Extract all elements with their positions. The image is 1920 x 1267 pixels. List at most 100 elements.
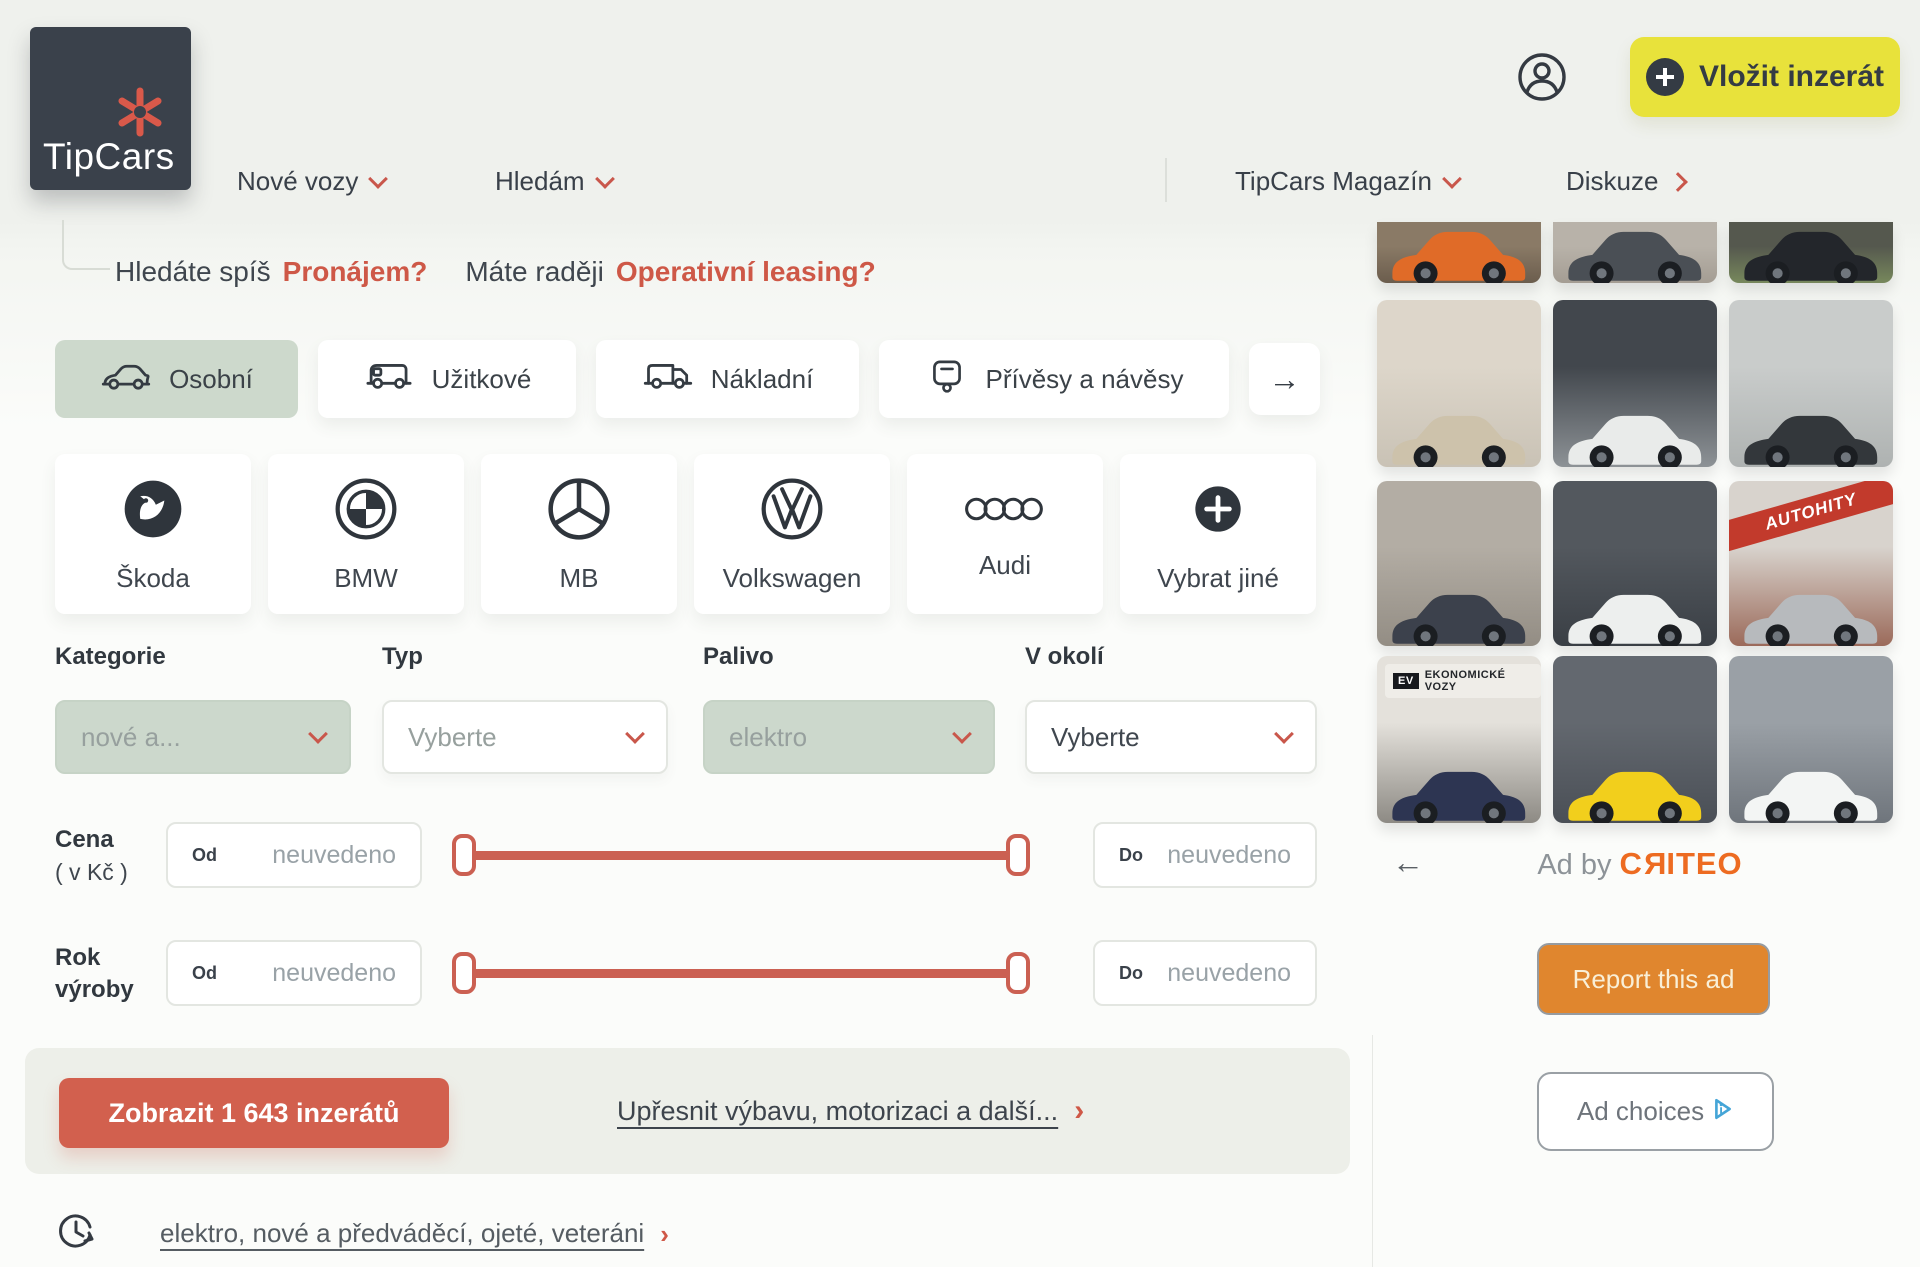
- filter-label: V okolí: [1025, 643, 1104, 670]
- brand-label: Volkswagen: [722, 562, 862, 593]
- ad-car-photo-defender-matte-black[interactable]: [1729, 300, 1893, 467]
- slider-handle-min[interactable]: [452, 834, 476, 876]
- ad-car-photo-bmw-3gt-white[interactable]: [1729, 656, 1893, 823]
- nav-item-diskuze[interactable]: Diskuze: [1566, 166, 1689, 197]
- chevron-down-icon: [308, 724, 328, 744]
- filter-typ: Typ Vyberte: [382, 643, 668, 774]
- brand-tile-volkswagen[interactable]: Volkswagen: [694, 454, 890, 614]
- brand-tile-vybrat-jin-[interactable]: Vybrat jiné: [1120, 454, 1316, 614]
- ad-car-photo-gray-suv-front[interactable]: [1553, 222, 1717, 283]
- logo-text: TipCars: [43, 136, 175, 177]
- to-value: neuvedeno: [1167, 958, 1291, 987]
- range-label-cena: Cena( v Kč ): [55, 826, 128, 885]
- brand-row: Škoda BMW MB Volkswagen Audi Vybrat jiné: [55, 454, 1316, 614]
- range-from-input[interactable]: Od neuvedeno: [166, 940, 422, 1006]
- promo-line: Hledáte spíš Pronájem? Máte raději Opera…: [115, 256, 876, 288]
- from-label: Od: [192, 962, 217, 983]
- audi-logo: [962, 488, 1048, 535]
- chevron-down-icon: [368, 168, 389, 189]
- range-to-input[interactable]: Do neuvedeno: [1093, 822, 1317, 888]
- brand-label: MB: [559, 562, 599, 593]
- range-slider: [452, 822, 1030, 888]
- bmw-logo: [332, 475, 400, 548]
- ad-car-photo-lamborghini-urus-yellow[interactable]: [1553, 656, 1717, 823]
- nav-item-tipcars-magaz-n[interactable]: TipCars Magazín: [1235, 166, 1462, 197]
- leasing-link[interactable]: Operativní leasing?: [616, 256, 876, 288]
- truck-icon: [642, 358, 694, 401]
- add-listing-button[interactable]: Vložit inzerát: [1630, 37, 1900, 117]
- tipcars-logo[interactable]: TipCars: [30, 27, 191, 190]
- report-ad-button[interactable]: Report this ad: [1537, 943, 1770, 1015]
- vehicle-type-p-v-sy-a-n-v-sy[interactable]: Přívěsy a návěsy: [879, 340, 1229, 418]
- filter-dropdown[interactable]: Vyberte: [382, 700, 668, 774]
- brand-label: BMW: [334, 562, 398, 593]
- vehicle-type-osobn-[interactable]: Osobní: [55, 340, 298, 418]
- add-listing-label: Vložit inzerát: [1698, 60, 1885, 93]
- brand-label: Vybrat jiné: [1157, 562, 1279, 593]
- vehicle-type-u-itkov-[interactable]: Užitkové: [318, 340, 576, 418]
- filter-label: Kategorie: [55, 643, 166, 670]
- plus-circle-icon: [1184, 475, 1252, 548]
- vehicle-type-label: Nákladní: [710, 363, 814, 394]
- brand-label: Škoda: [116, 562, 190, 593]
- arrow-left-icon[interactable]: ←: [1392, 846, 1424, 878]
- nav-label: Hledám: [495, 166, 585, 196]
- filter-v-okol-: V okolí Vyberte: [1025, 643, 1317, 774]
- vehicle-type-label: Osobní: [169, 363, 253, 394]
- nav-item-hled-m[interactable]: Hledám: [495, 166, 615, 197]
- adchoices-icon: [1712, 1096, 1734, 1127]
- ad-car-photo-maserati-levante-ev[interactable]: EV EKONOMICKÉ VOZY: [1377, 656, 1541, 823]
- filter-label: Palivo: [703, 643, 774, 670]
- filter-palivo: Palivo elektro: [703, 643, 995, 774]
- filter-label: Typ: [382, 643, 423, 670]
- chevron-down-icon: [1442, 168, 1462, 189]
- vehicle-type-label: Přívěsy a návěsy: [985, 363, 1184, 394]
- range-to-input[interactable]: Do neuvedeno: [1093, 940, 1317, 1006]
- rental-link[interactable]: Pronájem?: [283, 256, 428, 288]
- brand-tile-mb[interactable]: MB: [481, 454, 677, 614]
- tipcars-search-page: TipCars Nové vozy Hledám TipCars Magazín D…: [0, 0, 1920, 1267]
- range-from-input[interactable]: Od neuvedeno: [166, 822, 422, 888]
- vehicle-type-n-kladn-[interactable]: Nákladní: [596, 340, 859, 418]
- header-divider: [1165, 158, 1167, 202]
- ad-choices-button[interactable]: Ad choices: [1537, 1072, 1774, 1151]
- ad-car-photo-rolls-royce-ghost[interactable]: [1377, 481, 1541, 646]
- brand-tile-audi[interactable]: Audi: [907, 454, 1103, 614]
- filter-dropdown[interactable]: nové a...: [55, 700, 351, 774]
- ad-frame-edge: [1372, 1035, 1373, 1267]
- to-label: Do: [1119, 962, 1143, 983]
- ad-car-photo-orange-sports-car[interactable]: [1377, 222, 1541, 283]
- ad-by-label: Ad by: [1537, 849, 1612, 881]
- promo-text-2: Máte raději: [465, 256, 604, 287]
- brand-tile-bmw[interactable]: BMW: [268, 454, 464, 614]
- tile-badge: EV EKONOMICKÉ VOZY: [1385, 664, 1541, 698]
- ad-car-photo-ford-bronco-dealership[interactable]: [1553, 300, 1717, 467]
- chevron-down-icon: [952, 724, 972, 744]
- refine-link[interactable]: Upřesnit výbavu, motorizaci a další...: [617, 1096, 1058, 1127]
- nav-item-nov-vozy[interactable]: Nové vozy: [237, 166, 389, 197]
- filter-dropdown[interactable]: elektro: [703, 700, 995, 774]
- slider-handle-min[interactable]: [452, 952, 476, 994]
- history-link[interactable]: elektro, nové a předváděcí, ojeté, veter…: [160, 1218, 644, 1249]
- range-slider: [452, 940, 1030, 1006]
- filter-value: Vyberte: [408, 721, 497, 752]
- slider-track[interactable]: [465, 851, 1017, 860]
- filter-value: elektro: [729, 721, 808, 752]
- ad-car-photo-volvo-xc90-studio[interactable]: [1377, 300, 1541, 467]
- from-value: neuvedeno: [272, 958, 396, 987]
- filter-dropdown[interactable]: Vyberte: [1025, 700, 1317, 774]
- brand-tile--koda[interactable]: Škoda: [55, 454, 251, 614]
- nav-label: Diskuze: [1566, 166, 1659, 196]
- van-icon: [363, 358, 415, 401]
- slider-track[interactable]: [465, 969, 1017, 978]
- car-icon: [100, 359, 152, 400]
- ad-car-photo-skoda-kodiaq-autohity[interactable]: AUTOHITY: [1729, 481, 1893, 646]
- ad-car-photo-white-roof-suv-grass[interactable]: [1729, 222, 1893, 283]
- criteo-logo[interactable]: CRITEO: [1620, 846, 1743, 881]
- more-types-button[interactable]: →: [1249, 343, 1320, 415]
- slider-handle-max[interactable]: [1006, 834, 1030, 876]
- user-icon[interactable]: [1516, 51, 1568, 108]
- slider-handle-max[interactable]: [1006, 952, 1030, 994]
- ad-car-photo-ford-gt-showroom[interactable]: [1553, 481, 1717, 646]
- show-results-button[interactable]: Zobrazit 1 643 inzerátů: [59, 1078, 449, 1148]
